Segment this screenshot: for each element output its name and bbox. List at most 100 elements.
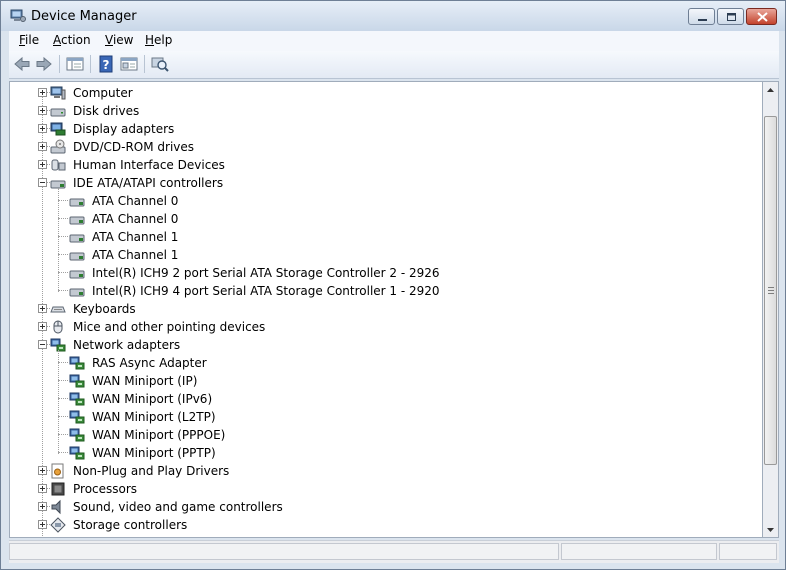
tree-category-label: Storage controllers (73, 518, 188, 532)
tree-device[interactable]: ATA Channel 0 (10, 192, 760, 210)
scrollbar-thumb[interactable] (764, 116, 777, 465)
forward-button[interactable] (34, 55, 54, 73)
arrow-right-icon (36, 56, 52, 72)
toolbar-separator (144, 55, 145, 73)
tree-device-label: ATA Channel 0 (92, 194, 179, 208)
device-manager-window: Device Manager File Action View Help ? C… (0, 0, 786, 570)
expand-toggle[interactable] (38, 322, 47, 331)
tree-device-label: RAS Async Adapter (92, 356, 207, 370)
menu-view[interactable]: View (105, 33, 133, 47)
collapse-toggle[interactable] (38, 340, 47, 349)
non-pnp-driver-icon (51, 463, 64, 479)
tree-device[interactable]: WAN Miniport (PPTP) (10, 444, 760, 462)
toolbar-separator (59, 55, 60, 73)
status-bar (9, 540, 779, 563)
expand-toggle[interactable] (38, 484, 47, 493)
expand-toggle[interactable] (38, 106, 47, 115)
tree-category[interactable]: DVD/CD-ROM drives (10, 138, 760, 156)
window-title: Device Manager (31, 9, 137, 24)
status-panel-main (9, 543, 559, 560)
menu-file[interactable]: File (19, 33, 39, 47)
tree-category-label: Human Interface Devices (73, 158, 225, 172)
menu-bar: File Action View Help (9, 31, 779, 51)
tree-device-label: ATA Channel 1 (92, 230, 179, 244)
expand-toggle[interactable] (38, 142, 47, 151)
tree-category[interactable]: Network adapters (10, 336, 760, 354)
tree-device-label: Intel(R) ICH9 4 port Serial ATA Storage … (92, 284, 440, 298)
chevron-down-icon (767, 528, 774, 532)
expand-toggle[interactable] (38, 466, 47, 475)
menu-action[interactable]: Action (53, 33, 91, 47)
device-manager-icon (10, 9, 26, 22)
toolbar-separator (90, 55, 91, 73)
tree-device-label: WAN Miniport (PPPOE) (92, 428, 226, 442)
tree-category[interactable]: Keyboards (10, 300, 760, 318)
console-tree-icon (66, 57, 84, 71)
tree-device[interactable]: WAN Miniport (IP) (10, 372, 760, 390)
tree-device[interactable]: ATA Channel 1 (10, 228, 760, 246)
tree-category[interactable]: Disk drives (10, 102, 760, 120)
tree-category-label: Non-Plug and Play Drivers (73, 464, 230, 478)
tree-device[interactable]: Intel(R) ICH9 4 port Serial ATA Storage … (10, 282, 760, 300)
maximize-button[interactable] (717, 8, 744, 25)
back-button[interactable] (12, 55, 32, 73)
tree-category-label: Mice and other pointing devices (73, 320, 266, 334)
storage-controller-icon (50, 517, 66, 533)
vertical-scrollbar[interactable] (763, 81, 779, 538)
expand-toggle[interactable] (38, 520, 47, 529)
tree-category-label: Keyboards (73, 302, 136, 316)
expand-toggle[interactable] (38, 160, 47, 169)
close-button[interactable] (746, 8, 777, 25)
tree-device[interactable]: ATA Channel 1 (10, 246, 760, 264)
computer-icon (50, 86, 66, 100)
tree-category[interactable]: Mice and other pointing devices (10, 318, 760, 336)
tree-device[interactable]: ATA Channel 0 (10, 210, 760, 228)
tree-category[interactable]: Processors (10, 480, 760, 498)
expand-toggle[interactable] (38, 88, 47, 97)
arrow-left-icon (14, 56, 30, 72)
scroll-down-button[interactable] (763, 522, 778, 538)
processor-icon (51, 482, 65, 496)
hid-icon (51, 159, 66, 171)
title-bar[interactable]: Device Manager (1, 1, 785, 31)
ide-controller-device-icon (69, 252, 85, 261)
minimize-button[interactable] (688, 8, 715, 25)
svg-text:?: ? (103, 58, 110, 72)
device-tree[interactable]: Computer Disk drives Display adapters DVD/C… (9, 81, 763, 538)
tree-category-label: Display adapters (73, 122, 175, 136)
tree-device[interactable]: WAN Miniport (IPv6) (10, 390, 760, 408)
properties-button[interactable] (119, 55, 139, 73)
scan-hardware-icon (151, 57, 169, 72)
expand-toggle[interactable] (38, 124, 47, 133)
ide-controller-device-icon (69, 216, 85, 225)
tree-device[interactable]: Intel(R) ICH9 2 port Serial ATA Storage … (10, 264, 760, 282)
scan-hardware-button[interactable] (150, 55, 170, 73)
tree-category[interactable]: Computer (10, 84, 760, 102)
show-hide-console-tree-button[interactable] (65, 55, 85, 73)
tree-category[interactable]: IDE ATA/ATAPI controllers (10, 174, 760, 192)
tree-device-label: WAN Miniport (PPTP) (92, 446, 216, 460)
scroll-up-button[interactable] (763, 82, 778, 98)
tree-category[interactable]: Human Interface Devices (10, 156, 760, 174)
tree-category[interactable]: Non-Plug and Play Drivers (10, 462, 760, 480)
expand-toggle[interactable] (38, 502, 47, 511)
tree-device-label: WAN Miniport (IP) (92, 374, 198, 388)
tree-category-label: DVD/CD-ROM drives (73, 140, 195, 154)
ide-controller-device-icon (69, 198, 85, 207)
sound-icon (51, 499, 61, 515)
tree-device-label: WAN Miniport (L2TP) (92, 410, 216, 424)
tree-category[interactable]: Display adapters (10, 120, 760, 138)
expand-toggle[interactable] (38, 304, 47, 313)
network-adapter-device-icon (69, 428, 85, 442)
help-button[interactable]: ? (96, 55, 116, 73)
collapse-toggle[interactable] (38, 178, 47, 187)
menu-help[interactable]: Help (145, 33, 172, 47)
tree-category-partial[interactable] (10, 534, 760, 537)
tree-category[interactable]: Storage controllers (10, 516, 760, 534)
tree-category-label: Network adapters (73, 338, 181, 352)
tree-device[interactable]: WAN Miniport (PPPOE) (10, 426, 760, 444)
tree-device[interactable]: RAS Async Adapter (10, 354, 760, 372)
status-panel-right (719, 543, 777, 560)
tree-device[interactable]: WAN Miniport (L2TP) (10, 408, 760, 426)
tree-category[interactable]: Sound, video and game controllers (10, 498, 760, 516)
